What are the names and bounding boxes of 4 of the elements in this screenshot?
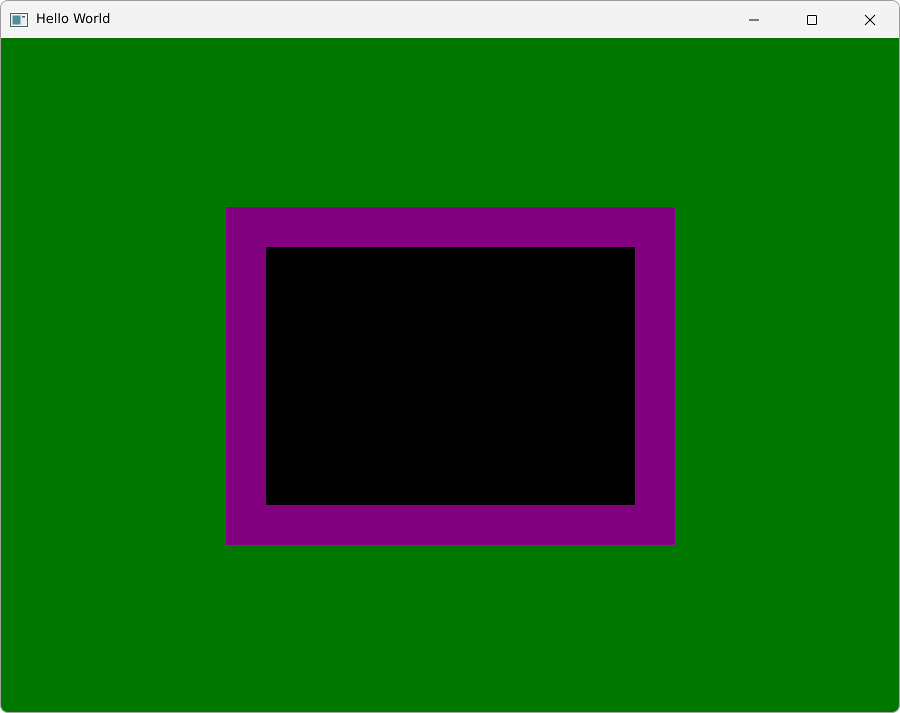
window-title: Hello World <box>36 12 112 27</box>
close-icon <box>864 14 876 26</box>
window-icon <box>10 12 28 26</box>
maximize-icon <box>806 14 818 26</box>
